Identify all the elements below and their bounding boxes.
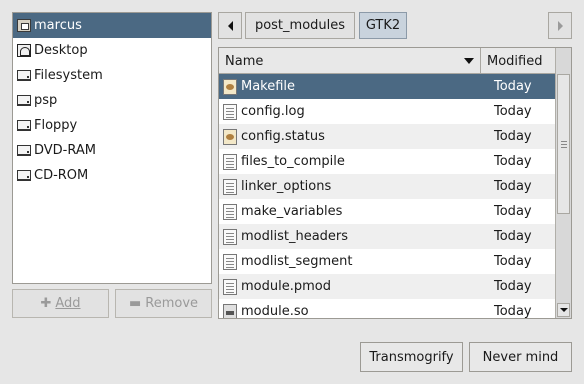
place-label: CD-ROM xyxy=(34,168,89,183)
file-modified: Today xyxy=(494,154,532,169)
file-row[interactable]: module.pmod Today xyxy=(219,274,555,299)
desktop-icon xyxy=(17,44,31,57)
add-bookmark-button[interactable]: ✚ Add xyxy=(12,289,109,318)
file-row[interactable]: config.status Today xyxy=(219,124,555,149)
file-list: Name Modified Makefile Today config.log … xyxy=(218,47,572,319)
drive-icon xyxy=(17,145,31,156)
file-name: make_variables xyxy=(241,204,343,219)
place-item-marcus[interactable]: marcus xyxy=(13,13,211,38)
file-name: module.so xyxy=(241,304,309,319)
place-item-cd-rom[interactable]: CD-ROM xyxy=(13,163,211,188)
file-name: modlist_headers xyxy=(241,229,349,244)
scroll-down-button[interactable] xyxy=(557,303,570,317)
file-row[interactable]: linker_options Today xyxy=(219,174,555,199)
plus-icon: ✚ xyxy=(40,296,52,311)
place-item-dvd-ram[interactable]: DVD-RAM xyxy=(13,138,211,163)
file-modified: Today xyxy=(494,279,532,294)
arrow-right-icon xyxy=(557,20,563,31)
arrow-down-icon xyxy=(559,308,568,312)
file-row[interactable]: files_to_compile Today xyxy=(219,149,555,174)
file-row[interactable]: make_variables Today xyxy=(219,199,555,224)
remove-bookmark-button[interactable]: ▬ Remove xyxy=(115,289,212,318)
column-header-modified[interactable]: Modified xyxy=(481,48,555,74)
drive-icon xyxy=(17,95,31,106)
file-row[interactable]: modlist_segment Today xyxy=(219,249,555,274)
path-crumb-post-modules[interactable]: post_modules xyxy=(245,12,355,39)
text-file-icon xyxy=(223,253,237,270)
makefile-icon xyxy=(223,78,237,95)
file-modified: Today xyxy=(494,104,532,119)
file-modified: Today xyxy=(494,304,532,319)
place-item-filesystem[interactable]: Filesystem xyxy=(13,63,211,88)
file-rows: Makefile Today config.log Today config.s… xyxy=(219,74,555,319)
text-file-icon xyxy=(223,103,237,120)
text-file-icon xyxy=(223,153,237,170)
grip-icon xyxy=(561,141,567,142)
file-list-header: Name Modified xyxy=(219,48,555,74)
file-modified: Today xyxy=(494,179,532,194)
column-modified-label: Modified xyxy=(487,53,543,69)
scrollbar-thumb[interactable] xyxy=(557,74,570,214)
file-row[interactable]: modlist_headers Today xyxy=(219,224,555,249)
place-label: psp xyxy=(34,93,58,108)
file-modified: Today xyxy=(494,254,532,269)
path-crumb-gtk2[interactable]: GTK2 xyxy=(359,12,407,39)
text-file-icon xyxy=(223,203,237,220)
file-modified: Today xyxy=(494,79,532,94)
arrow-left-icon xyxy=(227,20,233,31)
file-name: config.log xyxy=(241,104,305,119)
library-file-icon xyxy=(223,303,237,318)
file-name: files_to_compile xyxy=(241,154,345,169)
transmogrify-label: Transmogrify xyxy=(369,349,454,365)
place-item-psp[interactable]: psp xyxy=(13,88,211,113)
script-file-icon xyxy=(223,128,237,145)
place-label: marcus xyxy=(34,18,82,33)
path-scroll-left-button[interactable] xyxy=(218,12,242,39)
file-row[interactable]: config.log Today xyxy=(219,99,555,124)
file-row[interactable]: Makefile Today xyxy=(219,74,555,99)
file-row[interactable]: module.so Today xyxy=(219,299,555,319)
crumb-label: GTK2 xyxy=(365,18,401,33)
minus-icon: ▬ xyxy=(128,296,142,311)
never-mind-button[interactable]: Never mind xyxy=(469,342,572,372)
place-item-desktop[interactable]: Desktop xyxy=(13,38,211,63)
text-file-icon xyxy=(223,178,237,195)
place-label: Filesystem xyxy=(34,68,103,83)
remove-label: Remove xyxy=(145,296,199,311)
column-header-name[interactable]: Name xyxy=(219,48,481,74)
file-name: Makefile xyxy=(241,79,296,94)
file-name: linker_options xyxy=(241,179,332,194)
drive-icon xyxy=(17,120,31,131)
file-name: config.status xyxy=(241,129,325,144)
never-mind-label: Never mind xyxy=(482,349,559,365)
vertical-scrollbar[interactable] xyxy=(555,48,571,318)
add-label: Add xyxy=(55,296,81,311)
place-item-floppy[interactable]: Floppy xyxy=(13,113,211,138)
file-name: module.pmod xyxy=(241,279,331,294)
drive-icon xyxy=(17,70,31,81)
place-label: Floppy xyxy=(34,118,78,133)
file-modified: Today xyxy=(494,204,532,219)
places-list: marcus Desktop Filesystem psp Floppy DVD… xyxy=(12,12,212,284)
file-modified: Today xyxy=(494,229,532,244)
column-name-label: Name xyxy=(225,53,264,69)
file-name: modlist_segment xyxy=(241,254,353,269)
text-file-icon xyxy=(223,278,237,295)
file-modified: Today xyxy=(494,129,532,144)
place-label: DVD-RAM xyxy=(34,143,96,158)
drive-icon xyxy=(17,170,31,181)
crumb-label: post_modules xyxy=(254,18,346,33)
path-scroll-right-button[interactable] xyxy=(548,12,572,39)
text-file-icon xyxy=(223,228,237,245)
transmogrify-button[interactable]: Transmogrify xyxy=(360,342,463,372)
place-label: Desktop xyxy=(34,43,88,58)
sort-descending-icon xyxy=(464,58,474,64)
home-folder-icon xyxy=(17,19,31,32)
